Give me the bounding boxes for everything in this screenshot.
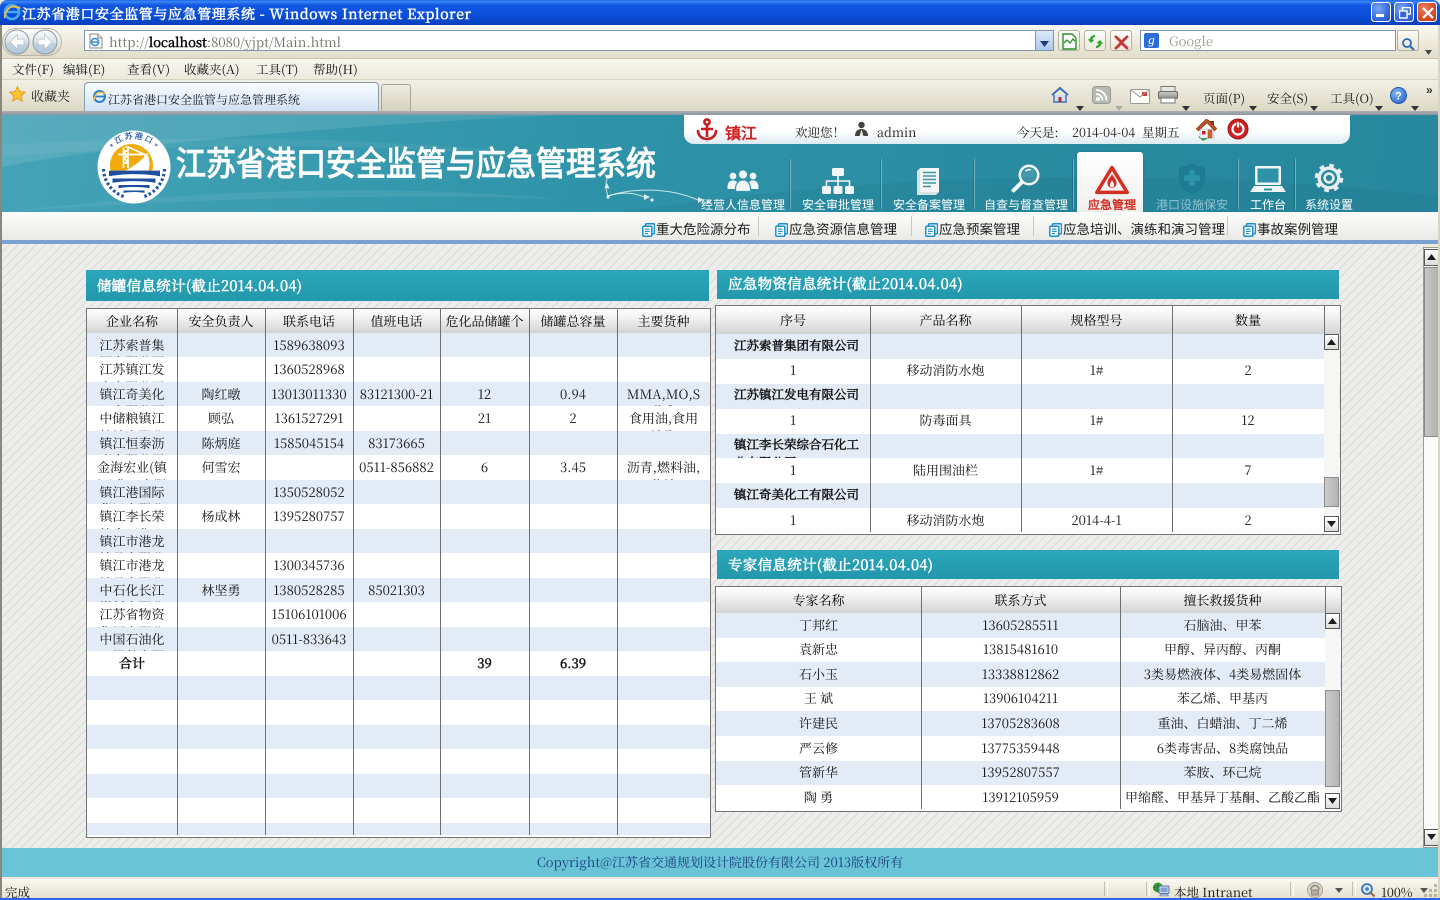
svg-text:?: ? [1395,91,1402,103]
svg-text:港: 港 [134,130,144,142]
